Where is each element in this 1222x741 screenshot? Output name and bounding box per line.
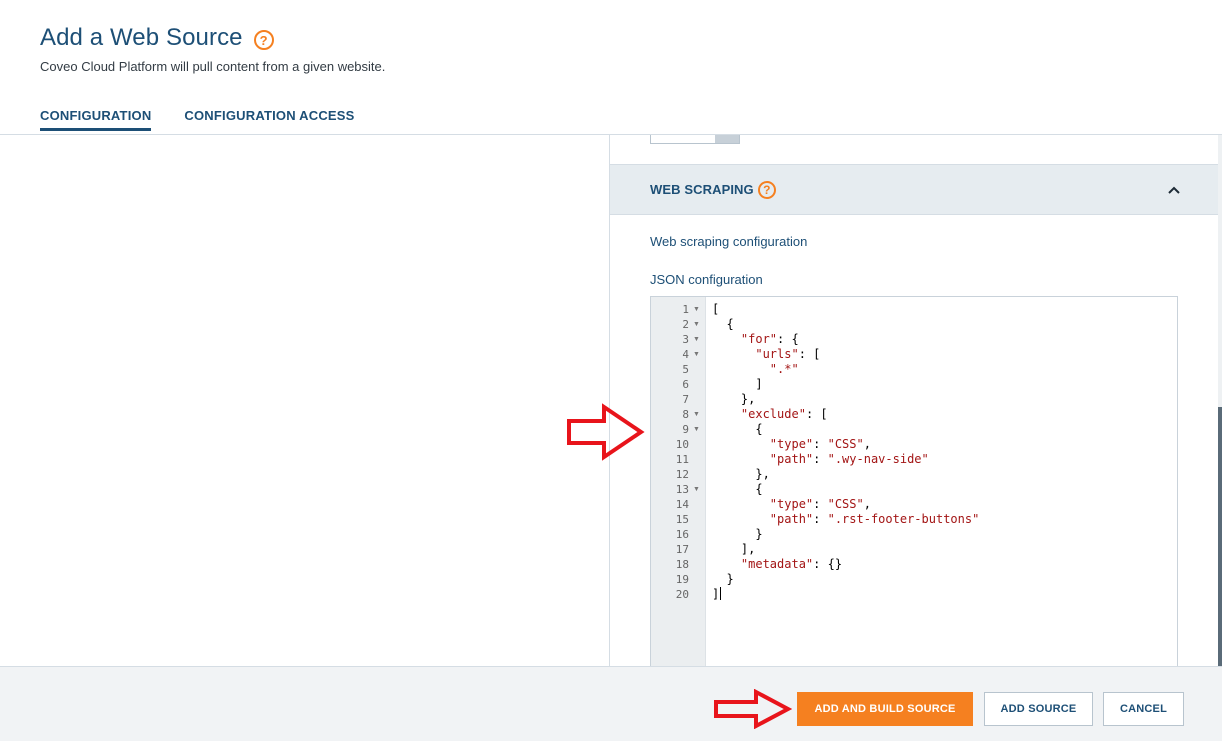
code-line: "urls": [ (755, 347, 821, 361)
fold-arrow-icon[interactable]: ▼ (693, 332, 700, 347)
footer-bar: ADD AND BUILD SOURCE ADD SOURCE CANCEL (0, 666, 1222, 741)
line-number: 17 (675, 543, 689, 556)
code-line: { (712, 482, 763, 496)
line-number: 9 (682, 423, 689, 436)
code-line: } (712, 572, 734, 586)
line-number: 1 (682, 303, 689, 316)
line-number: 20 (675, 588, 689, 601)
code-line: } (712, 527, 763, 541)
add-source-button[interactable]: ADD SOURCE (984, 692, 1093, 726)
line-number: 8 (682, 408, 689, 421)
fold-arrow-icon[interactable]: ▼ (693, 347, 700, 362)
fold-arrow-icon[interactable]: ▼ (693, 302, 700, 317)
code-line: }, (712, 392, 756, 406)
section-title: WEB SCRAPING (650, 182, 754, 197)
help-icon[interactable]: ? (757, 180, 776, 199)
code-line: "metadata": {} (740, 557, 843, 571)
code-line: }, (712, 467, 770, 481)
line-number: 19 (675, 573, 689, 586)
code-line: "type": "CSS", (769, 497, 871, 511)
line-number: 14 (675, 498, 689, 511)
text-cursor (720, 587, 722, 600)
page-subtitle: Coveo Cloud Platform will pull content f… (40, 59, 386, 74)
right-pane: WEB SCRAPING ? Web scraping configuratio… (610, 135, 1218, 666)
code-line: ".*" (769, 362, 799, 376)
tab-configuration-access[interactable]: CONFIGURATION ACCESS (184, 108, 354, 131)
line-number: 7 (682, 393, 689, 406)
red-arrow-icon (714, 689, 792, 729)
red-arrow-icon (567, 403, 645, 461)
code-line: { (712, 317, 734, 331)
line-number: 6 (682, 378, 689, 391)
fold-arrow-icon[interactable]: ▼ (693, 482, 700, 497)
code-line: { (712, 422, 763, 436)
help-icon[interactable]: ? (253, 30, 274, 50)
code-line: "type": "CSS", (769, 437, 871, 451)
code-line: ], (712, 542, 756, 556)
line-number: 2 (682, 318, 689, 331)
left-pane (0, 135, 610, 666)
page-header: Add a Web Source ? Coveo Cloud Platform … (0, 0, 1222, 135)
title-row: Add a Web Source ? (40, 24, 274, 52)
code-line: ] (712, 587, 722, 601)
line-number: 4 (682, 348, 689, 361)
scrollbar-thumb[interactable] (1218, 407, 1222, 666)
code-line: "path": ".rst-footer-buttons" (769, 512, 980, 526)
json-code-editor[interactable]: 1 ▼ 2 ▼ 3 ▼ 4 ▼ 5 6 7 8 ▼ 9 ▼ 10 11 12 13 ▼ 14 15 16 17 18 19 20 [… (650, 296, 1178, 666)
line-number: 12 (675, 468, 689, 481)
chevron-up-icon[interactable] (1168, 181, 1180, 197)
tab-configuration[interactable]: CONFIGURATION (40, 108, 152, 131)
code-line: ] (712, 377, 763, 391)
dropdown-arrow-icon[interactable] (715, 135, 739, 143)
line-number: 5 (682, 363, 689, 376)
line-number: 3 (682, 333, 689, 346)
code-line: "path": ".wy-nav-side" (769, 452, 929, 466)
web-scraping-section-header[interactable]: WEB SCRAPING ? (610, 164, 1218, 215)
line-number: 16 (675, 528, 689, 541)
fold-arrow-icon[interactable]: ▼ (693, 407, 700, 422)
web-scraping-config-label: Web scraping configuration (650, 234, 808, 249)
fold-arrow-icon[interactable]: ▼ (693, 422, 700, 437)
line-number: 11 (675, 453, 689, 466)
editor-code[interactable]: [ { "for": { "urls": [ ".*" ] }, "exclud… (712, 302, 979, 602)
line-number: 10 (675, 438, 689, 451)
fold-arrow-icon[interactable]: ▼ (693, 317, 700, 332)
line-number: 15 (675, 513, 689, 526)
page-title: Add a Web Source (40, 24, 243, 51)
json-config-label: JSON configuration (650, 272, 763, 287)
line-number: 13 (675, 483, 689, 496)
add-and-build-source-button[interactable]: ADD AND BUILD SOURCE (797, 692, 973, 726)
editor-gutter: 1 ▼ 2 ▼ 3 ▼ 4 ▼ 5 6 7 8 ▼ 9 ▼ 10 11 12 13 ▼ 14 15 16 17 18 19 20 (651, 297, 706, 666)
code-line: "for": { (740, 332, 799, 346)
line-number: 18 (675, 558, 689, 571)
tab-bar: CONFIGURATION CONFIGURATION ACCESS (40, 108, 388, 131)
dropdown-select[interactable] (650, 135, 740, 144)
scrollbar[interactable] (1218, 135, 1222, 666)
code-line: [ (712, 302, 720, 316)
cancel-button[interactable]: CANCEL (1103, 692, 1184, 726)
code-line: "exclude": [ (740, 407, 828, 421)
